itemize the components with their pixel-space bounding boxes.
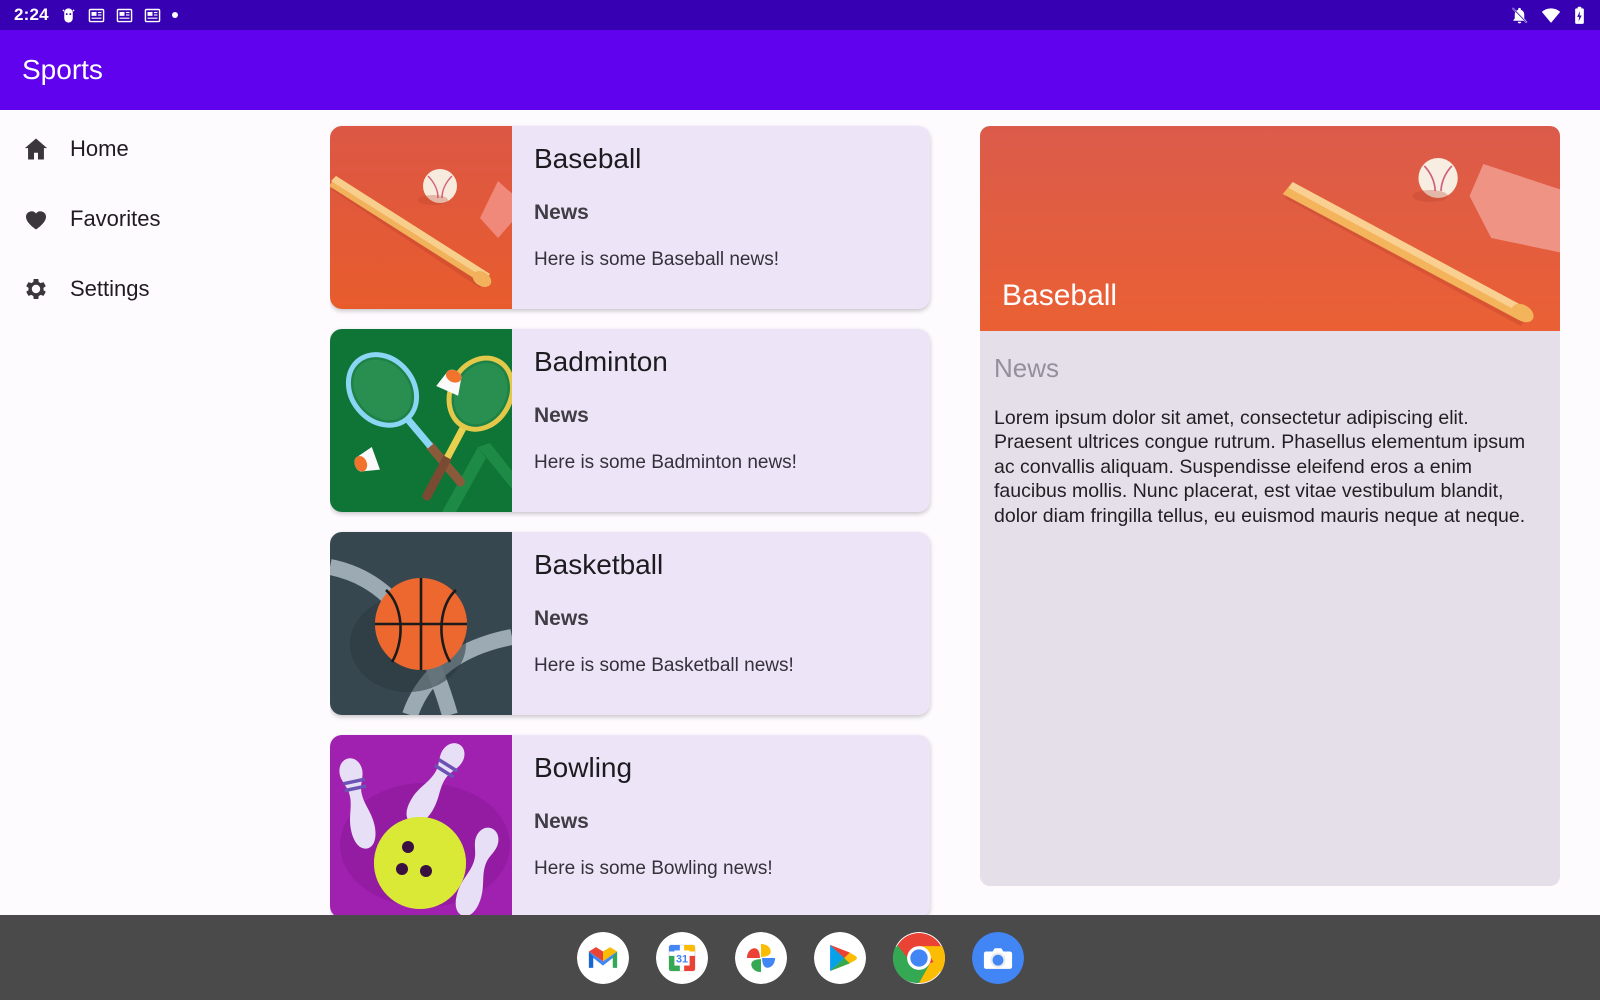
camera-icon[interactable] bbox=[972, 932, 1024, 984]
taskbar: 31 bbox=[0, 915, 1600, 1000]
android-debug-icon bbox=[60, 7, 77, 24]
badminton-thumbnail-image bbox=[330, 329, 512, 512]
list-item[interactable]: Basketball News Here is some Basketball … bbox=[330, 532, 930, 715]
chrome-icon[interactable] bbox=[893, 932, 945, 984]
calendar-day-label: 31 bbox=[675, 953, 687, 965]
gear-icon bbox=[22, 275, 50, 303]
app-title: Sports bbox=[22, 54, 103, 86]
baseball-hero-image: Baseball bbox=[980, 126, 1560, 331]
battery-charging-icon bbox=[1573, 6, 1586, 25]
detail-body-text: Lorem ipsum dolor sit amet, consectetur … bbox=[980, 384, 1560, 528]
list-item-subtitle: News bbox=[534, 810, 908, 834]
list-item-subtitle: News bbox=[534, 201, 908, 225]
detail-pane: Baseball News Lorem ipsum dolor sit amet… bbox=[980, 126, 1560, 886]
home-icon bbox=[22, 135, 50, 163]
heart-icon bbox=[22, 205, 50, 233]
notification-article-icon bbox=[144, 7, 161, 24]
play-store-icon[interactable] bbox=[814, 932, 866, 984]
list-item-body: Bowling News Here is some Bowling news! bbox=[512, 735, 930, 915]
notification-dot-icon bbox=[172, 12, 178, 18]
detail-pane-wrapper: Baseball News Lorem ipsum dolor sit amet… bbox=[950, 110, 1600, 915]
list-item-title: Baseball bbox=[534, 144, 908, 175]
wifi-icon bbox=[1541, 5, 1561, 25]
list-item[interactable]: Bowling News Here is some Bowling news! bbox=[330, 735, 930, 915]
basketball-thumbnail-image bbox=[330, 532, 512, 715]
status-bar: 2:24 bbox=[0, 0, 1600, 30]
sidebar-item-home[interactable]: Home bbox=[0, 126, 330, 172]
list-item-subtitle: News bbox=[534, 607, 908, 631]
baseball-thumbnail-image bbox=[330, 126, 512, 309]
sidebar-item-favorites[interactable]: Favorites bbox=[0, 196, 330, 242]
detail-title: Baseball bbox=[1002, 279, 1117, 313]
list-item-snippet: Here is some Badminton news! bbox=[534, 452, 908, 474]
sports-list[interactable]: Baseball News Here is some Baseball news… bbox=[330, 110, 950, 915]
gmail-icon[interactable] bbox=[577, 932, 629, 984]
badminton-thumbnail bbox=[330, 329, 512, 512]
list-item[interactable]: Badminton News Here is some Badminton ne… bbox=[330, 329, 930, 512]
basketball-thumbnail bbox=[330, 532, 512, 715]
list-item-title: Bowling bbox=[534, 753, 908, 784]
calendar-icon[interactable]: 31 bbox=[656, 932, 708, 984]
status-bar-left: 2:24 bbox=[14, 5, 178, 25]
list-item-body: Baseball News Here is some Baseball news… bbox=[512, 126, 930, 309]
photos-icon[interactable] bbox=[735, 932, 787, 984]
list-item-snippet: Here is some Baseball news! bbox=[534, 249, 908, 271]
sidebar-item-label: Settings bbox=[70, 276, 150, 302]
baseball-thumbnail bbox=[330, 126, 512, 309]
android-tablet-screen: 2:24 bbox=[0, 0, 1600, 1000]
list-item-body: Basketball News Here is some Basketball … bbox=[512, 532, 930, 715]
status-bar-clock: 2:24 bbox=[14, 5, 49, 25]
list-item-body: Badminton News Here is some Badminton ne… bbox=[512, 329, 930, 512]
list-item-title: Basketball bbox=[534, 550, 908, 581]
sidebar-item-label: Home bbox=[70, 136, 129, 162]
status-bar-right bbox=[1510, 5, 1586, 25]
list-item-title: Badminton bbox=[534, 347, 908, 378]
list-item-snippet: Here is some Basketball news! bbox=[534, 655, 908, 677]
notification-article-icon bbox=[116, 7, 133, 24]
list-item[interactable]: Baseball News Here is some Baseball news… bbox=[330, 126, 930, 309]
app-bar: Sports bbox=[0, 30, 1600, 110]
navigation-rail: Home Favorites Settings bbox=[0, 110, 330, 915]
sidebar-item-label: Favorites bbox=[70, 206, 160, 232]
sidebar-item-settings[interactable]: Settings bbox=[0, 266, 330, 312]
bowling-thumbnail-image bbox=[330, 735, 512, 915]
bowling-thumbnail bbox=[330, 735, 512, 915]
notifications-off-icon bbox=[1510, 6, 1529, 25]
detail-subtitle: News bbox=[980, 331, 1560, 384]
list-item-snippet: Here is some Bowling news! bbox=[534, 858, 908, 880]
content-area: Home Favorites Settings bbox=[0, 110, 1600, 915]
list-item-subtitle: News bbox=[534, 404, 908, 428]
notification-article-icon bbox=[88, 7, 105, 24]
